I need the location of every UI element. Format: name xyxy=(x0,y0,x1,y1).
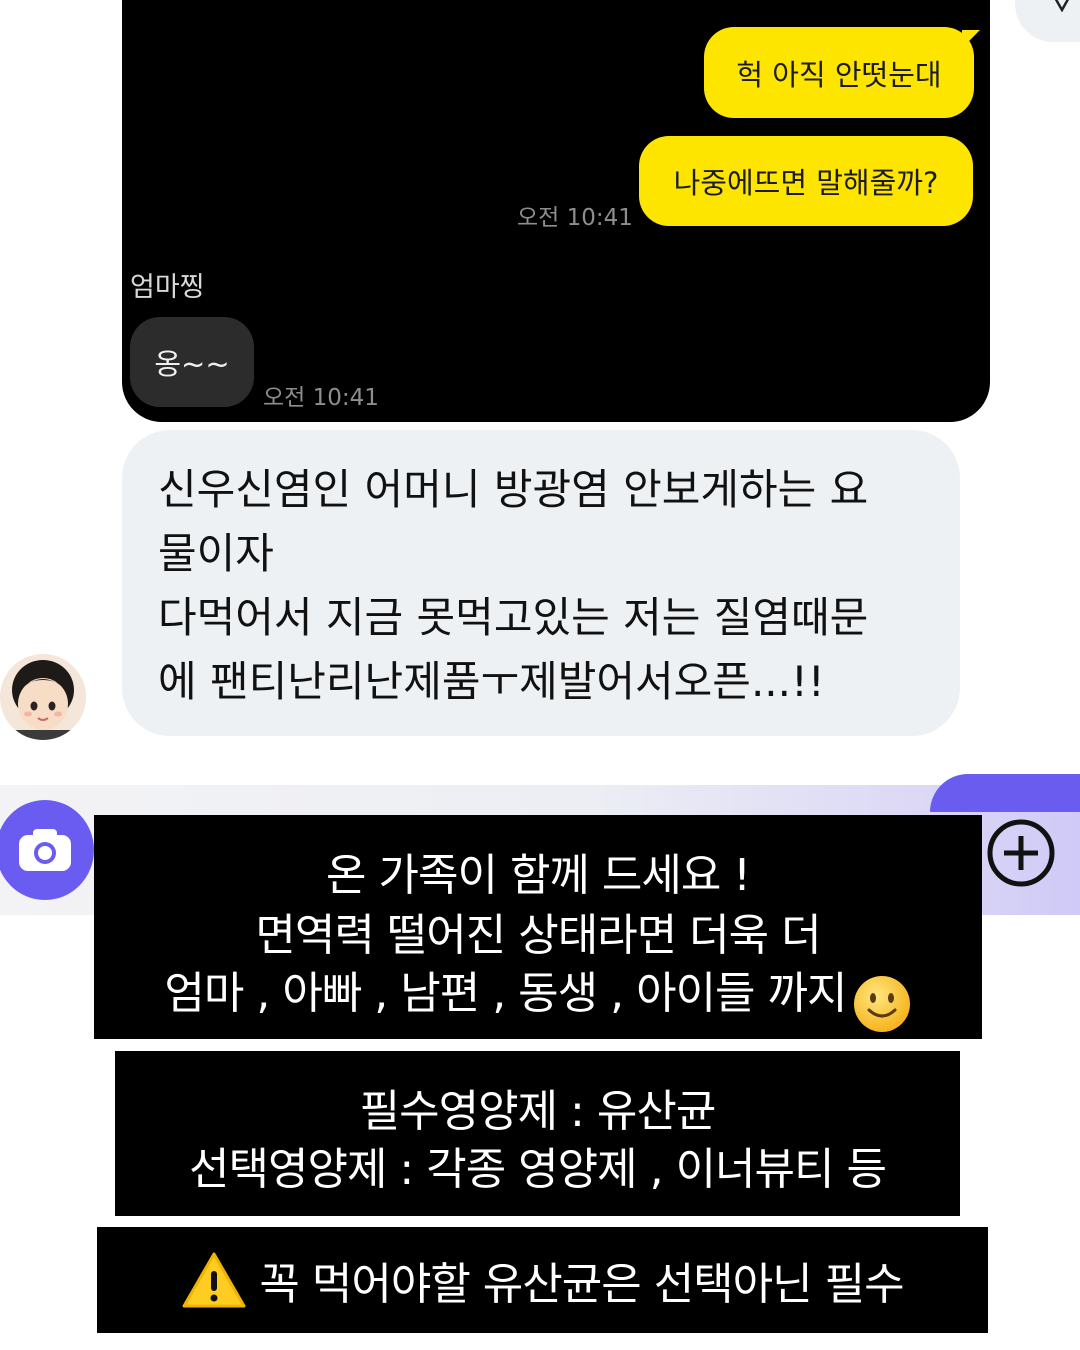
comment-text-line: 에 팬티난리난제품ㅜ제발어서오픈...!! xyxy=(158,657,825,706)
checkmark-icon xyxy=(1054,0,1069,12)
camera-button[interactable] xyxy=(0,800,94,900)
caption-line: 온 가족이 함께 드세요 ! xyxy=(326,850,751,901)
message-timestamp: 오전 10:41 xyxy=(517,205,633,231)
comment-text-line: 신우신염인 어머니 방광염 안보게하는 요 xyxy=(158,465,869,514)
caption-line: 면역력 떨어진 상태라면 더욱 더 xyxy=(255,910,821,961)
received-message-text: 옹~~ xyxy=(154,347,230,381)
caption-box-essential: 꼭 먹어야할 유산균은 선택아닌 필수 xyxy=(97,1227,988,1333)
chat-screenshot: 헉 아직 안떳눈대 나중에뜨면 말해줄까? 오전 10:41 엄마찡 옹~~ 오… xyxy=(122,0,990,422)
received-message-bubble: 옹~~ xyxy=(130,317,254,407)
caption-line-row: 엄마 , 아빠 , 남편 , 동생 , 아이들 까지 xyxy=(94,957,982,1032)
comment-text-line: 다먹어서 지금 못먹고있는 저는 질염때문 xyxy=(158,593,869,642)
warning-sign-emoji xyxy=(182,1252,246,1308)
caption-line: 선택영양제 : 각종 영양제 , 이너뷰티 등 xyxy=(189,1144,887,1195)
sent-message-text: 헉 아직 안떳눈대 xyxy=(736,57,942,92)
sent-message-bubble: 헉 아직 안떳눈대 xyxy=(704,27,974,118)
caption-box-family: 온 가족이 함께 드세요 ! 면역력 떨어진 상태라면 더욱 더 엄마 , 아빠… xyxy=(94,815,982,1039)
sent-message-text: 나중에뜨면 말해줄까? xyxy=(673,166,939,200)
caption-line: 필수영양제 : 유산균 xyxy=(359,1086,717,1137)
message-timestamp: 오전 10:41 xyxy=(263,385,379,411)
girl-avatar-icon[interactable] xyxy=(0,654,86,740)
sender-name: 엄마찡 xyxy=(130,272,205,303)
plus-circle-icon[interactable] xyxy=(986,818,1056,888)
smiling-face-emoji xyxy=(853,975,910,1032)
caption-line: 꼭 먹어야할 유산균은 선택아닌 필수 xyxy=(259,1259,904,1310)
comment-bubble: 신우신염인 어머니 방광염 안보게하는 요 물이자 다먹어서 지금 못먹고있는 … xyxy=(122,430,960,736)
comment-text-line: 물이자 xyxy=(158,529,274,578)
bubble-tail xyxy=(962,30,980,48)
camera-icon xyxy=(19,829,71,871)
send-button-edge xyxy=(930,774,1080,812)
caption-line: 엄마 , 아빠 , 남편 , 동생 , 아이들 까지 xyxy=(164,968,847,1019)
sent-message-bubble: 나중에뜨면 말해줄까? xyxy=(639,136,973,226)
caption-box-supplements: 필수영양제 : 유산균 선택영양제 : 각종 영양제 , 이너뷰티 등 xyxy=(115,1051,960,1216)
